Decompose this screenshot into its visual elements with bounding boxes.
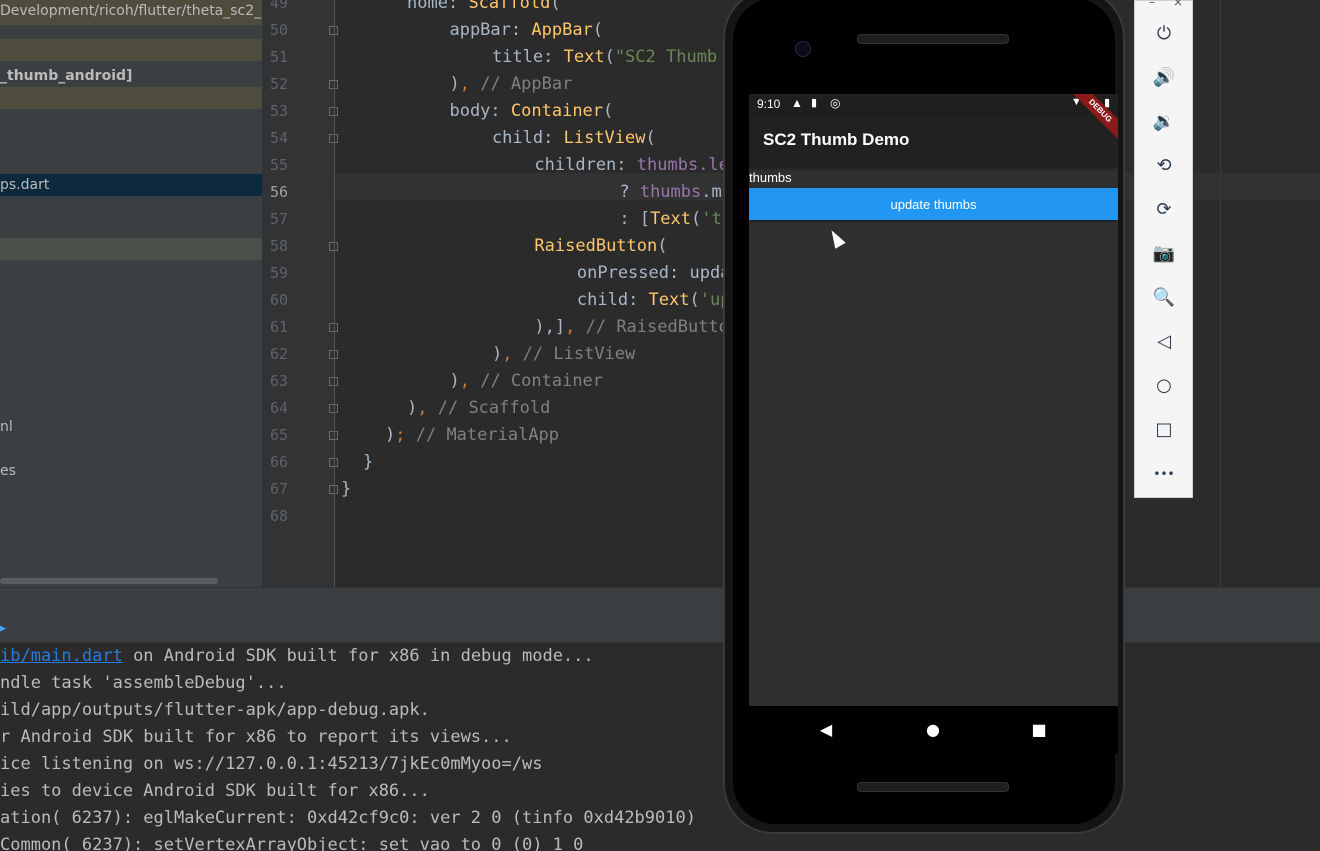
front-camera (795, 41, 811, 57)
console-line: ice listening on ws://127.0.0.1:45213/7j… (0, 754, 543, 774)
line-number: 66 (269, 453, 288, 471)
tree-item[interactable] (0, 238, 262, 260)
nav-recents-button[interactable]: ■ (1027, 718, 1051, 742)
editor-gutter: 49 50 51 52 53 54 55 56 57 58 59 60 61 62 63 64 65 66 67 68 (262, 0, 338, 587)
tree-item-label: _thumb_android] (0, 68, 133, 84)
more-button[interactable]: ••• (1149, 459, 1179, 489)
code-line: ),], // RaisedButton (473, 317, 740, 337)
top-speaker (857, 34, 1009, 44)
back-button[interactable]: ◁ (1149, 327, 1179, 357)
tree-item[interactable] (0, 87, 262, 109)
line-number: 57 (269, 210, 288, 228)
console-line: ies to device Android SDK built for x86.… (0, 781, 430, 801)
console-line: Common( 6237): setVertexArrayObject: set… (0, 835, 584, 851)
console-line: ib/main.dart on Android SDK built for x8… (0, 646, 594, 666)
overview-button[interactable]: □ (1149, 415, 1179, 445)
code-line: } (363, 452, 374, 472)
tree-item-label: ps.dart (0, 177, 50, 193)
android-status-bar: 9:10 ▲ ▮ ◎ ▼ ◢ ▮ (749, 94, 1118, 114)
code-line: child: ListView( (451, 128, 656, 148)
line-number: 49 (269, 0, 288, 12)
tree-item-label: Development/ricoh/flutter/theta_sc2_ (0, 3, 262, 19)
tree-item-label: nl (0, 419, 13, 435)
home-button[interactable]: ○ (1149, 371, 1179, 401)
run-icon[interactable]: ▶ (0, 621, 6, 636)
line-number: 61 (269, 318, 288, 336)
line-number: 65 (269, 426, 288, 444)
volume-up-button[interactable]: 🔊 (1149, 63, 1179, 93)
tree-item[interactable] (0, 39, 262, 61)
code-line: ); // MaterialApp (385, 425, 560, 445)
nav-home-button[interactable]: ● (921, 718, 945, 742)
line-number: 67 (269, 480, 288, 498)
line-number: 60 (269, 291, 288, 309)
tree-item[interactable]: Development/ricoh/flutter/theta_sc2_ (0, 0, 262, 25)
code-line: title: Text("SC2 Thumb De (451, 47, 748, 67)
nav-back-button[interactable]: ◀ (814, 718, 838, 742)
tree-item[interactable]: _thumb_android] (0, 65, 262, 87)
line-number: 54 (269, 129, 288, 147)
phone-screen[interactable]: 9:10 ▲ ▮ ◎ ▼ ◢ ▮ SC2 Thumb Demo DEBUG th… (749, 94, 1118, 706)
line-number: 62 (269, 345, 288, 363)
line-number: 64 (269, 399, 288, 417)
rotate-right-button[interactable]: ⟳ (1149, 195, 1179, 225)
console-line: ation( 6237): eglMakeCurrent: 0xd42cf9c0… (0, 808, 696, 828)
minimize-button[interactable]: – (1149, 0, 1155, 9)
zoom-button[interactable]: 🔍 (1149, 283, 1179, 313)
line-number: 68 (269, 507, 288, 525)
console-line: r Android SDK built for x86 to report it… (0, 727, 512, 747)
power-button[interactable]: ⏻ (1149, 19, 1179, 49)
line-number: 58 (269, 237, 288, 255)
line-number: 56 (269, 183, 288, 201)
sd-card-icon: ▮ (811, 97, 818, 109)
line-number: 63 (269, 372, 288, 390)
line-number: 52 (269, 75, 288, 93)
console-line: ndle task 'assembleDebug'... (0, 673, 287, 693)
right-margin-guide (1220, 0, 1221, 587)
phone-bezel: 9:10 ▲ ▮ ◎ ▼ ◢ ▮ SC2 Thumb Demo DEBUG th… (733, 0, 1118, 824)
line-number: 51 (269, 48, 288, 66)
code-line: appBar: AppBar( (429, 20, 604, 40)
tree-item-label: es (0, 463, 16, 479)
sync-icon: ◎ (830, 96, 841, 110)
emulator-toolbar: – × ⏻ 🔊 🔉 ⟲ ⟳ 📷 🔍 ◁ ○ □ ••• (1134, 0, 1193, 498)
gutter-separator (334, 0, 335, 587)
code-line: ), // Scaffold (407, 398, 551, 418)
console-line: ild/app/outputs/flutter-apk/app-debug.ap… (0, 700, 430, 720)
status-time: 9:10 (757, 97, 781, 111)
line-number: 55 (269, 156, 288, 174)
close-button[interactable]: × (1173, 0, 1183, 9)
console-file-link[interactable]: ib/main.dart (0, 646, 123, 666)
app-bar: SC2 Thumb Demo (749, 114, 1118, 166)
code-line: body: Container( (429, 101, 614, 121)
warning-icon: ▲ (791, 96, 803, 110)
line-number: 50 (269, 21, 288, 39)
code-line: RaisedButton( (534, 236, 668, 256)
update-thumbs-button[interactable]: update thumbs (749, 188, 1118, 220)
thumbs-text: thumbs (749, 170, 792, 185)
line-number: 59 (269, 264, 288, 282)
bottom-speaker (857, 782, 1009, 792)
screenshot-button[interactable]: 📷 (1149, 239, 1179, 269)
code-line: } (341, 479, 352, 499)
line-number: 53 (269, 102, 288, 120)
volume-down-button[interactable]: 🔉 (1149, 107, 1179, 137)
android-nav-bar: ◀ ● ■ (749, 706, 1118, 754)
tree-item[interactable]: ps.dart (0, 174, 262, 196)
code-line: ), // Container (429, 371, 604, 391)
rotate-left-button[interactable]: ⟲ (1149, 151, 1179, 181)
tree-item[interactable]: nl (0, 416, 262, 438)
app-bar-title: SC2 Thumb Demo (763, 130, 910, 149)
android-emulator-frame: 9:10 ▲ ▮ ◎ ▼ ◢ ▮ SC2 Thumb Demo DEBUG th… (723, 0, 1125, 834)
code-line: home: Scaffold( (407, 0, 561, 13)
code-line: ), // AppBar (429, 74, 573, 94)
tree-item[interactable]: es (0, 460, 262, 482)
code-line: ), // ListView (451, 344, 636, 364)
project-tree-panel: Development/ricoh/flutter/theta_sc2_ _thu… (0, 0, 262, 587)
project-tree-scrollbar[interactable] (0, 578, 218, 584)
